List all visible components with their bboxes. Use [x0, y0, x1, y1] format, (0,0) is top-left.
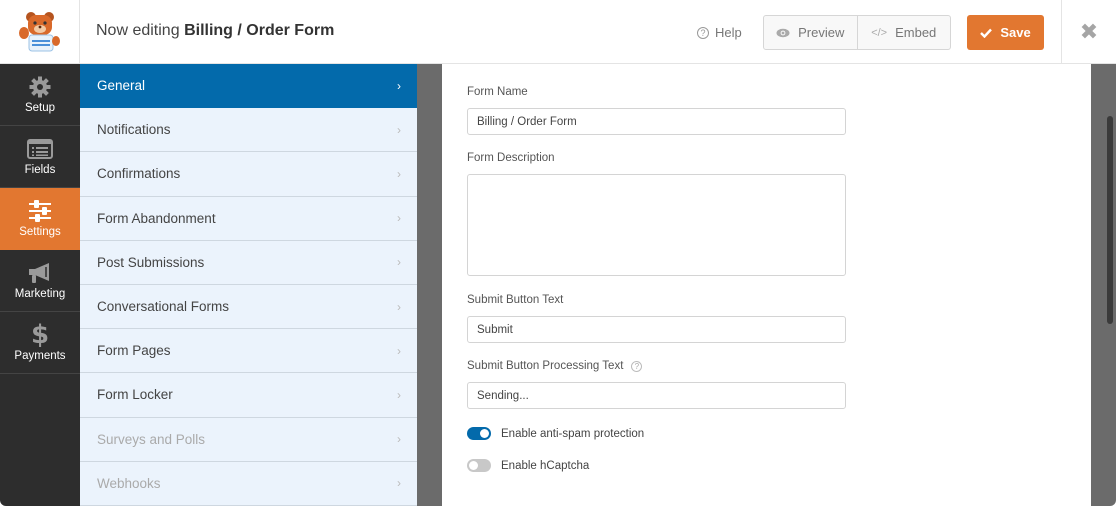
save-button[interactable]: Save [967, 15, 1044, 50]
chevron-right-icon: › [397, 122, 401, 137]
sidebar-label: Fields [24, 163, 56, 176]
gear-icon [29, 76, 51, 98]
toggle-knob [469, 461, 478, 470]
toggle-knob [480, 429, 489, 438]
sidebar-item-setup[interactable]: Setup [0, 64, 80, 126]
submit-button-text-input[interactable] [467, 316, 846, 343]
eye-icon [776, 28, 790, 37]
help-label: Help [715, 25, 742, 40]
chevron-right-icon: › [397, 387, 401, 402]
panel-item-label: Post Submissions [97, 254, 205, 270]
close-button[interactable]: ✖ [1061, 0, 1116, 64]
title-prefix: Now editing [96, 22, 180, 39]
sidebar-item-settings[interactable]: Settings [0, 188, 80, 250]
vertical-scrollbar-thumb[interactable] [1107, 116, 1113, 324]
chevron-right-icon: › [397, 166, 401, 181]
chevron-right-icon: › [397, 476, 401, 491]
form-description-label: Form Description [467, 152, 555, 164]
sidebar-label: Settings [19, 225, 61, 238]
chevron-right-icon: › [397, 211, 401, 226]
sidebar-item-payments[interactable]: $ Payments [0, 312, 80, 374]
panel-item-label: Surveys and Polls [97, 431, 206, 447]
panel-item-form-locker[interactable]: Form Locker › [80, 373, 417, 418]
checkmark-icon [980, 28, 993, 38]
panel-item-form-pages[interactable]: Form Pages › [80, 329, 417, 374]
sidebar-label: Setup [24, 101, 56, 114]
panel-item-label: Notifications [97, 122, 171, 138]
chevron-right-icon: › [397, 255, 401, 270]
close-icon: ✖ [1079, 19, 1099, 44]
help-tooltip-icon[interactable]: ? [631, 360, 643, 372]
panel-item-conversational-forms[interactable]: Conversational Forms › [80, 285, 417, 330]
processing-text-input[interactable] [467, 382, 846, 409]
panel-item-label: General [97, 78, 146, 94]
preview-label: Preview [798, 25, 845, 40]
save-label: Save [1000, 25, 1031, 40]
preview-embed-group: Preview </> Embed [763, 15, 951, 50]
general-settings-form: Form Name Form Description Submit Button… [442, 64, 1091, 506]
sidebar-label: Marketing [14, 287, 66, 300]
form-name-label: Form Name [467, 86, 528, 98]
label-text: Submit Button Text [467, 294, 564, 306]
chevron-right-icon: › [397, 299, 401, 314]
panel-item-webhooks[interactable]: Webhooks › [80, 462, 417, 506]
sidebar-label: Payments [14, 349, 66, 362]
submit-button-text-label: Submit Button Text [467, 294, 563, 306]
panel-item-confirmations[interactable]: Confirmations › [80, 152, 417, 197]
page-title: Now editing Billing / Order Form [96, 22, 334, 40]
antispam-toggle-row[interactable]: Enable anti-spam protection [467, 427, 644, 440]
panel-item-label: Form Locker [97, 387, 173, 403]
panel-item-surveys-and-polls[interactable]: Surveys and Polls › [80, 418, 417, 462]
label-text: Form Name [467, 86, 528, 98]
chevron-right-icon: › [397, 432, 401, 447]
hcaptcha-toggle[interactable] [467, 459, 491, 472]
panel-item-form-abandonment[interactable]: Form Abandonment › [80, 197, 417, 241]
hcaptcha-toggle-row[interactable]: Enable hCaptcha [467, 459, 589, 472]
panel-item-notifications[interactable]: Notifications › [80, 108, 417, 153]
form-description-textarea[interactable] [467, 174, 846, 276]
list-icon [27, 138, 53, 160]
help-link[interactable]: ? Help [697, 25, 742, 40]
processing-text-label: Submit Button Processing Text ? [467, 360, 643, 372]
title-form-name: Billing / Order Form [184, 22, 335, 39]
dollar-icon: $ [30, 319, 50, 350]
header-bar: Now editing Billing / Order Form ? Help … [0, 0, 1116, 64]
label-text: Form Description [467, 152, 555, 164]
bear-mascot-icon [18, 12, 60, 52]
settings-panel-list: General › Notifications › Confirmations … [80, 64, 417, 506]
form-name-input[interactable] [467, 108, 846, 135]
panel-item-post-submissions[interactable]: Post Submissions › [80, 241, 417, 285]
panel-item-general[interactable]: General › [80, 64, 417, 109]
antispam-toggle[interactable] [467, 427, 491, 440]
sidebar-item-marketing[interactable]: Marketing [0, 250, 80, 312]
help-circle-icon: ? [697, 26, 709, 39]
builder-sidebar: Setup Fields Settings Marketing $ Paymen… [0, 64, 80, 506]
hcaptcha-label: Enable hCaptcha [501, 459, 590, 472]
chevron-right-icon: › [397, 343, 401, 358]
label-text: Submit Button Processing Text [467, 360, 624, 372]
chevron-right-icon: › [397, 78, 401, 93]
embed-button[interactable]: </> Embed [856, 16, 951, 49]
panel-item-label: Confirmations [97, 166, 181, 182]
embed-label: Embed [895, 25, 937, 40]
panel-item-label: Form Pages [97, 343, 171, 359]
panel-item-label: Webhooks [97, 475, 161, 491]
panel-item-label: Form Abandonment [97, 210, 216, 226]
code-icon: </> [871, 26, 888, 39]
megaphone-icon [27, 262, 53, 284]
preview-button[interactable]: Preview [764, 16, 857, 49]
logo [0, 0, 80, 64]
antispam-label: Enable anti-spam protection [501, 427, 645, 440]
sidebar-item-fields[interactable]: Fields [0, 126, 80, 188]
panel-item-label: Conversational Forms [97, 299, 230, 315]
sliders-icon [28, 199, 52, 222]
